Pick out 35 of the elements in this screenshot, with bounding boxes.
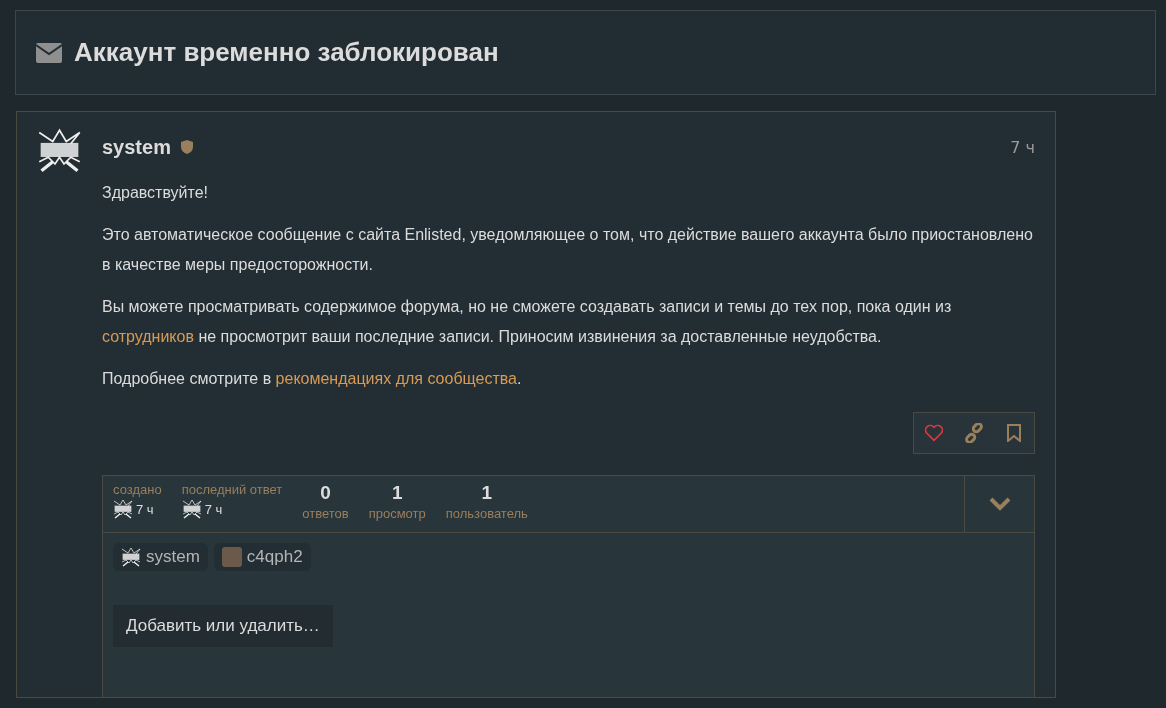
stat-label: просмотр	[368, 506, 426, 521]
topic-title: Аккаунт временно заблокирован	[74, 37, 499, 68]
avatar-photo	[221, 547, 242, 567]
stat-value: 1	[391, 482, 403, 504]
heart-icon	[924, 424, 944, 442]
participant-chip[interactable]: system	[113, 543, 208, 571]
username[interactable]: system	[102, 135, 171, 159]
post-paragraph: Подробнее смотрите в рекомендациях для сообщества.	[102, 369, 523, 389]
participant-name: system	[146, 547, 200, 567]
stat-label: ответов	[302, 506, 349, 521]
avatar-icon	[121, 547, 141, 567]
participant-chip[interactable]: c4qph2	[213, 543, 311, 571]
bookmark-icon	[1007, 424, 1021, 442]
shield-icon	[180, 140, 193, 154]
summary-time: 7 ч	[204, 501, 223, 517]
post-paragraph: Здравствуйте!	[102, 183, 210, 203]
participant-name: c4qph2	[246, 547, 303, 567]
text-link[interactable]: рекомендациях для сообщества	[275, 370, 517, 387]
summary-label: создано	[113, 482, 162, 497]
chain-link-icon	[964, 423, 984, 443]
avatar-icon	[113, 499, 133, 519]
text-link[interactable]: сотрудников	[102, 328, 194, 345]
stat-label: пользователь	[445, 506, 528, 521]
post-paragraph: Вы можете просматривать содержимое форума, но не сможете создавать записи и темы до тех пор, пока один из сотрудников не просмотрит ваши последние записи. Приносим извинения за доставленные неудобства.	[102, 297, 953, 347]
envelope-icon	[36, 42, 62, 63]
summary-time: 7 ч	[136, 501, 154, 517]
stat-value: 1	[481, 482, 493, 504]
add-remove-button[interactable]: Добавить или удалить…	[113, 605, 333, 647]
post-paragraph: Это автоматическое сообщение с сайта Enlisted, уведомляющее о том, что действие вашего аккаунта было приостановлено в качестве меры предосторожности.	[102, 225, 1034, 275]
avatar-icon	[181, 499, 202, 519]
avatar-icon	[37, 128, 82, 173]
summary-label: последний ответ	[181, 482, 283, 497]
stat-value: 0	[320, 482, 331, 504]
post-time: 7 ч	[1010, 137, 1035, 157]
chevron-down-icon	[988, 497, 1011, 511]
